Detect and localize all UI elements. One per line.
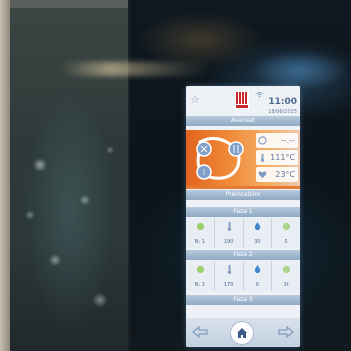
back-arrow-icon[interactable] <box>192 326 208 338</box>
door-frame-top <box>10 0 128 8</box>
probe-temperature: --.-- <box>280 136 295 145</box>
phase-2-header[interactable]: Faza 2 <box>186 250 300 260</box>
phase-2-row[interactable]: N: 2 170 0 3t <box>186 261 300 291</box>
water-drop-icon <box>255 265 261 274</box>
phase-1-temp[interactable]: 190 <box>215 218 244 248</box>
temperature-readouts: --.-- 111°C 23°C <box>256 133 298 184</box>
mode-band[interactable]: Avansat <box>186 116 300 126</box>
background-light <box>250 50 350 90</box>
orange-divider <box>186 186 300 189</box>
readout-chamber[interactable]: 111°C <box>256 150 298 165</box>
heart-icon <box>258 171 267 179</box>
clock-time: 11:00 <box>268 97 297 107</box>
phase-1-fan-value: N: 1 <box>194 239 205 245</box>
readout-probe[interactable]: --.-- <box>256 133 298 148</box>
phase-1-header[interactable]: Faza 1 <box>186 207 300 217</box>
phase-3-header[interactable]: Faza 3 <box>186 295 300 305</box>
program-panel[interactable]: i --.-- 111°C 23°C <box>186 130 300 186</box>
glass-reflection <box>0 0 130 351</box>
phase-2-time[interactable]: 3t <box>272 261 300 291</box>
clock-date: 18/06/2025 <box>268 109 297 115</box>
chamber-temperature: 111°C <box>270 153 295 162</box>
timer-icon <box>283 222 291 231</box>
home-button[interactable] <box>230 321 254 345</box>
thermometer-icon <box>227 265 231 274</box>
clock: 11:00 18/06/2025 <box>251 89 297 115</box>
phase-2-fan-value: N: 2 <box>194 282 205 288</box>
bottom-navigation <box>186 318 300 347</box>
oven-touchscreen: ☆ 11:00 18/06/2025 Avansat i --.-- 111°C… <box>186 86 300 347</box>
phase-2-humidity[interactable]: 0 <box>244 261 273 291</box>
fan-icon <box>196 265 204 274</box>
phase-2-humidity-value: 0 <box>255 282 259 288</box>
home-icon <box>237 328 247 338</box>
water-drop-icon <box>255 222 261 231</box>
photo-scene: ☆ 11:00 18/06/2025 Avansat i --.-- 111°C… <box>0 0 351 351</box>
phase-1-humidity[interactable]: 30 <box>244 218 273 248</box>
phase-2-fan[interactable]: N: 2 <box>186 261 215 291</box>
phase-1-time[interactable]: 5 <box>272 218 300 248</box>
status-bar: ☆ 11:00 18/06/2025 <box>186 86 300 115</box>
phase-2-time-value: 3t <box>283 282 289 288</box>
steam-icon <box>228 141 244 157</box>
timer-icon <box>283 265 291 274</box>
phase-1-time-value: 5 <box>284 239 288 245</box>
phase-1-fan[interactable]: N: 1 <box>186 218 215 248</box>
phase-2-temp[interactable]: 170 <box>215 261 244 291</box>
preheat-band[interactable]: Preincalzire <box>186 190 300 200</box>
readout-core[interactable]: 23°C <box>256 167 298 182</box>
light-reflection <box>60 62 210 76</box>
door-frame <box>0 0 10 351</box>
core-temperature: 23°C <box>275 170 295 179</box>
thermometer-icon <box>227 222 231 231</box>
food-illustration: i <box>196 137 244 180</box>
wifi-icon <box>256 91 263 98</box>
probe-icon <box>258 136 267 145</box>
phase-2-temp-value: 170 <box>223 282 234 288</box>
fan-icon <box>196 222 204 231</box>
forward-arrow-icon[interactable] <box>278 326 294 338</box>
phase-1-temp-value: 190 <box>223 239 234 245</box>
phase-1-humidity-value: 30 <box>254 239 261 245</box>
thermometer-icon <box>260 153 265 162</box>
phase-1-row[interactable]: N: 1 190 30 5 <box>186 218 300 248</box>
brand-logo <box>235 91 249 109</box>
star-icon[interactable]: ☆ <box>190 94 202 106</box>
svg-text:i: i <box>203 168 205 177</box>
